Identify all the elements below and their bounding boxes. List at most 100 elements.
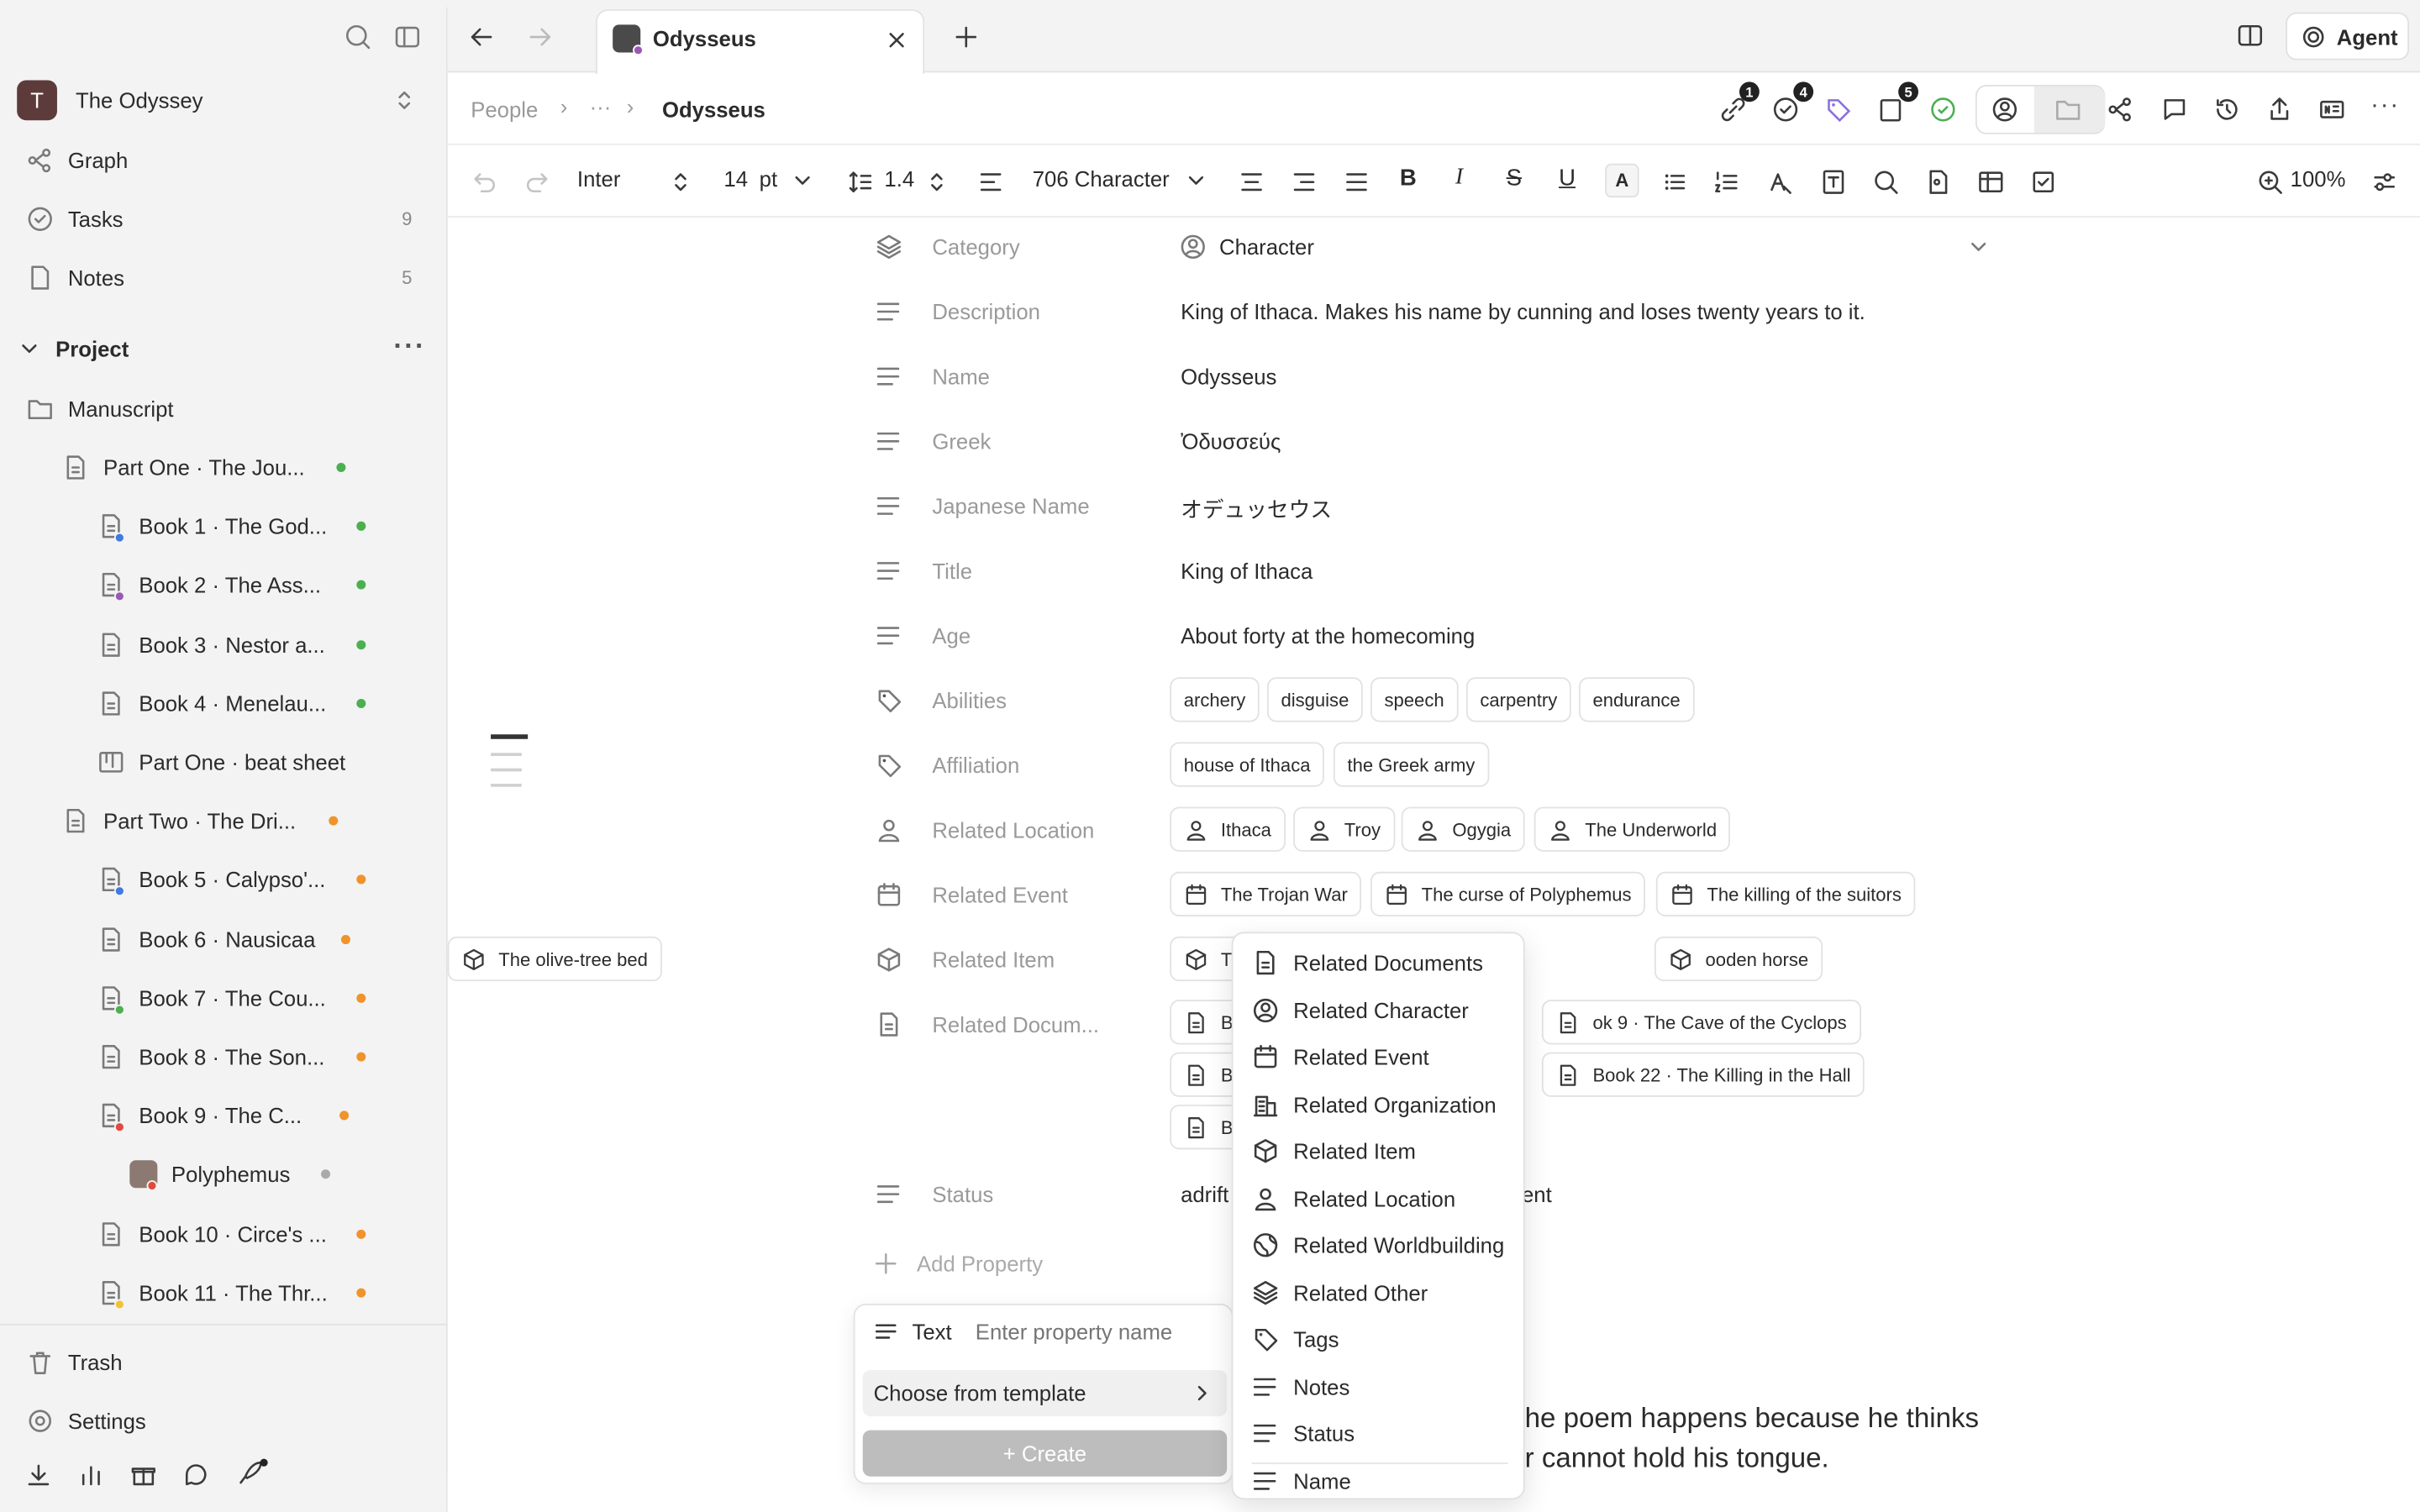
property-chip[interactable]: The Trojan War: [1170, 871, 1362, 916]
property-chip[interactable]: endurance: [1578, 677, 1695, 722]
menu-item-related-event[interactable]: Related Event: [1234, 1034, 1523, 1080]
property-chip[interactable]: ooden horse: [1654, 936, 1823, 982]
property-value[interactable]: Ὀδυσσεύς: [1181, 429, 1281, 454]
property-label[interactable]: Related Event: [932, 883, 1068, 907]
property-chip[interactable]: The olive-tree bed: [447, 936, 662, 982]
property-label[interactable]: Status: [932, 1182, 993, 1206]
menu-item-related-documents[interactable]: Related Documents: [1234, 940, 1523, 986]
tree-item[interactable]: Book 5 · Calypso'...: [0, 855, 446, 905]
tree-item[interactable]: Book 6 · Nausicaa: [0, 914, 446, 963]
property-value[interactable]: Character: [1219, 234, 1314, 259]
trash-icon: [29, 1352, 51, 1374]
property-label[interactable]: Related Item: [932, 948, 1055, 972]
status-corner-dot: [113, 1004, 125, 1016]
property-chip[interactable]: house of Ithaca: [1170, 742, 1325, 787]
add-property-button[interactable]: Add Property: [917, 1252, 1043, 1276]
property-value[interactable]: King of Ithaca. Makes his name by cunnin…: [1181, 299, 1865, 323]
menu-item-related-organization[interactable]: Related Organization: [1234, 1081, 1523, 1127]
tree-item[interactable]: Part Two · The Dri...: [0, 796, 446, 846]
sidebar-item-settings[interactable]: Settings: [0, 1396, 446, 1446]
tree-item[interactable]: Book 7 · The Cou...: [0, 974, 446, 1023]
tree-item[interactable]: Book 4 · Menelau...: [0, 679, 446, 728]
property-value[interactable]: adrift: [1181, 1182, 1228, 1206]
tree-item[interactable]: Book 8 · The Son...: [0, 1032, 446, 1082]
tree-item[interactable]: Book 2 · The Ass...: [0, 560, 446, 610]
property-chip[interactable]: speech: [1370, 677, 1459, 722]
property-value-tail[interactable]: ent: [1522, 1182, 1552, 1206]
property-chip[interactable]: ok 9 · The Cave of the Cyclops: [1541, 1000, 1861, 1045]
tree-item[interactable]: Book 10 · Circe's ...: [0, 1209, 446, 1258]
rocket-icon[interactable]: [234, 1458, 268, 1489]
chevron-down-icon[interactable]: [1970, 239, 1988, 255]
menu-item-related-item[interactable]: Related Item: [1234, 1128, 1523, 1174]
property-chip[interactable]: disguise: [1266, 677, 1363, 722]
property-chip[interactable]: The curse of Polyphemus: [1370, 871, 1646, 916]
gift-icon[interactable]: [129, 1461, 157, 1488]
property-label[interactable]: Greek: [932, 429, 991, 454]
property-chip[interactable]: archery: [1170, 677, 1260, 722]
property-label[interactable]: Title: [932, 559, 972, 583]
property-chip[interactable]: Ithaca: [1170, 806, 1286, 852]
menu-item-status[interactable]: Status: [1234, 1410, 1523, 1457]
property-value[interactable]: オデュッセウス: [1181, 494, 1332, 525]
property-value[interactable]: About forty at the homecoming: [1181, 623, 1475, 648]
property-name-input[interactable]: [975, 1311, 1223, 1352]
property-label[interactable]: Description: [932, 299, 1040, 323]
location-person-icon: [1550, 820, 1570, 840]
property-chip[interactable]: Ogygia: [1401, 806, 1525, 852]
property-label[interactable]: Age: [932, 623, 971, 648]
property-label[interactable]: Japanese Name: [932, 494, 1089, 518]
tree-item[interactable]: Manuscript: [0, 384, 446, 433]
menu-item-related-other[interactable]: Related Other: [1234, 1269, 1523, 1315]
menu-item-notes[interactable]: Notes: [1234, 1363, 1523, 1410]
choose-template-button[interactable]: Choose from template: [862, 1369, 1228, 1417]
property-label[interactable]: Name: [932, 364, 990, 388]
more-icon[interactable]: ···: [393, 330, 426, 363]
body-text-line[interactable]: he poem happens because he thinks: [1525, 1403, 1979, 1436]
property-value[interactable]: King of Ithaca: [1181, 559, 1313, 583]
property-label[interactable]: Abilities: [932, 688, 1007, 712]
sidebar-item-tasks[interactable]: Tasks 9: [0, 194, 446, 244]
create-button[interactable]: + Create: [862, 1430, 1228, 1477]
download-icon[interactable]: [24, 1461, 52, 1488]
property-chip[interactable]: Book 22 · The Killing in the Hall: [1541, 1052, 1865, 1097]
chat-icon[interactable]: [182, 1461, 210, 1488]
status-dot: [356, 580, 366, 591]
tree-item[interactable]: Part One · beat sheet: [0, 738, 446, 787]
property-chip[interactable]: carpentry: [1465, 677, 1571, 722]
property-label[interactable]: Affiliation: [932, 753, 1019, 777]
document-icon: [102, 1221, 120, 1246]
tree-item[interactable]: Book 11 · The Thr...: [0, 1268, 446, 1317]
sidebar-item-notes[interactable]: Notes 5: [0, 253, 446, 302]
menu-item-related-character[interactable]: Related Character: [1234, 987, 1523, 1033]
property-chip[interactable]: Troy: [1293, 806, 1395, 852]
property-chip[interactable]: the Greek army: [1333, 742, 1489, 787]
sidebar-item-trash[interactable]: Trash: [0, 1337, 446, 1387]
sidebar-item-graph[interactable]: Graph: [0, 136, 446, 186]
property-label[interactable]: Related Location: [932, 817, 1094, 842]
property-chip[interactable]: The killing of the suitors: [1655, 871, 1916, 916]
document-icon: [1256, 950, 1275, 975]
sidebar-toggle-icon[interactable]: [393, 24, 421, 51]
menu-item-related-location[interactable]: Related Location: [1234, 1175, 1523, 1221]
sidebar-item-label: Graph: [67, 148, 129, 173]
body-text-line[interactable]: r cannot hold his tongue.: [1525, 1442, 1829, 1475]
property-chip[interactable]: The Underworld: [1534, 806, 1731, 852]
section-project[interactable]: Project ···: [0, 324, 446, 374]
property-value[interactable]: Odysseus: [1181, 364, 1276, 388]
menu-item-tags[interactable]: Tags: [1234, 1316, 1523, 1362]
tree-item[interactable]: Polyphemus: [0, 1150, 446, 1200]
tree-item[interactable]: Book 1 · The God...: [0, 501, 446, 551]
search-icon[interactable]: [345, 24, 372, 51]
plus-icon[interactable]: [874, 1252, 898, 1276]
status-dot: [356, 875, 366, 885]
tree-item[interactable]: Book 9 · The C...: [0, 1091, 446, 1141]
tree-item[interactable]: Book 3 · Nestor a...: [0, 620, 446, 669]
property-label[interactable]: Category: [932, 234, 1019, 259]
chart-icon[interactable]: [77, 1461, 105, 1488]
property-type-select[interactable]: Text: [912, 1319, 951, 1343]
tree-item[interactable]: Part One · The Jou...: [0, 443, 446, 492]
property-label[interactable]: Related Docum...: [932, 1012, 1099, 1037]
menu-item-related-worldbuilding[interactable]: Related Worldbuilding: [1234, 1222, 1523, 1268]
workspace-switcher[interactable]: T The Odyssey: [0, 76, 446, 125]
